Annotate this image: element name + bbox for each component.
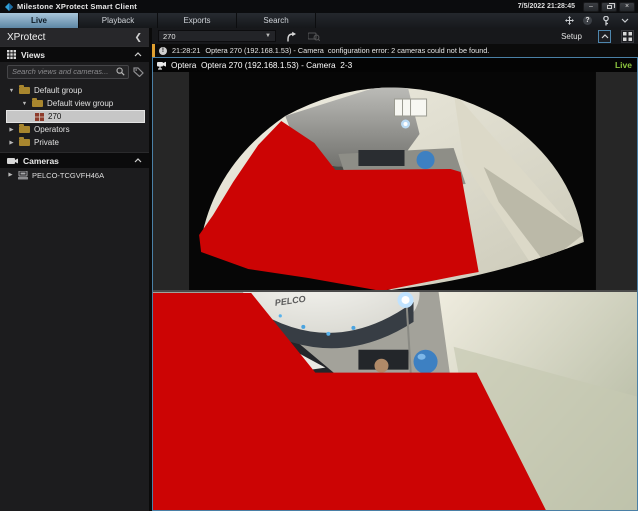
help-icon[interactable]: ?	[583, 16, 592, 25]
tree-item-default-view-group[interactable]: ▼ Default view group	[0, 97, 149, 110]
collapse-notifications-button[interactable]	[598, 29, 611, 43]
collapsed-caret-icon[interactable]: ▶	[8, 140, 15, 146]
cameras-collapse-icon[interactable]	[134, 158, 142, 163]
clock: 7/5/2022 21:28:45	[517, 3, 575, 10]
folder-icon	[19, 137, 30, 146]
notification-time: 21:28:21	[172, 46, 201, 55]
camera-view-tile[interactable]: Optera Optera 270 (192.168.1.53) - Camer…	[152, 57, 638, 511]
minimize-button[interactable]: –	[583, 1, 599, 12]
views-panel-header[interactable]: Views	[0, 46, 149, 62]
cameras-panel-header[interactable]: Cameras	[0, 152, 149, 168]
view-toolbar: 270 ▼ Setup	[152, 28, 638, 44]
smart-search-icon[interactable]	[308, 31, 320, 41]
restore-button[interactable]	[601, 1, 617, 12]
tree-item-operators[interactable]: ▶ Operators	[0, 123, 149, 136]
expanded-caret-icon[interactable]: ▼	[8, 88, 15, 94]
tree-item-label: Private	[34, 138, 59, 147]
views-tree: ▼ Default group ▼ Default view group 270…	[0, 81, 149, 149]
views-panel-label: Views	[21, 49, 45, 60]
camera-icon	[7, 157, 18, 164]
notification-bar[interactable]: ! 21:28:21 Optera 270 (192.168.1.53) - C…	[152, 44, 638, 57]
tree-item-label: Default group	[34, 86, 83, 95]
title-bar: Milestone XProtect Smart Client 7/5/2022…	[0, 0, 638, 13]
view-selector-dropdown[interactable]: 270 ▼	[158, 30, 276, 42]
view-layout-button[interactable]	[621, 29, 634, 43]
sidebar: XProtect ❮ Views ▼	[0, 28, 152, 511]
restore-icon	[606, 2, 615, 9]
close-button[interactable]: ×	[619, 1, 635, 12]
search-row	[0, 62, 149, 81]
cameras-panel-label: Cameras	[23, 155, 59, 166]
camera-server-label: PELCO-TCGVFH46A	[32, 170, 105, 180]
views-collapse-icon[interactable]	[134, 52, 142, 57]
collapsed-caret-icon[interactable]: ▶	[8, 127, 15, 133]
video-stream-panoramic[interactable]	[153, 72, 637, 290]
ptz-camera-icon	[157, 61, 166, 70]
camera-server-item[interactable]: ▶ PELCO-TCGVFH46A	[0, 168, 149, 182]
chevron-down-icon[interactable]	[620, 16, 630, 26]
tree-item-label: Default view group	[47, 99, 114, 108]
search-input[interactable]	[12, 67, 116, 76]
tab-search[interactable]: Search	[237, 13, 316, 28]
dropdown-caret-icon: ▼	[265, 33, 271, 39]
sidebar-title: XProtect	[7, 31, 46, 43]
tab-exports[interactable]: Exports	[158, 13, 237, 28]
warning-icon: !	[159, 46, 167, 55]
immersive-image: PELCO	[153, 292, 637, 510]
main-area: 270 ▼ Setup ! 21:28:21 Optera 270 (192.1…	[152, 28, 638, 511]
tree-item-view-270[interactable]: 270	[6, 110, 145, 123]
milestone-logo-icon	[5, 2, 13, 11]
folder-icon	[32, 98, 43, 107]
panoramic-image	[153, 72, 637, 290]
recording-server-icon	[18, 170, 28, 179]
folder-icon	[19, 85, 30, 94]
folder-icon	[19, 124, 30, 133]
swap-cameras-icon[interactable]	[286, 31, 298, 42]
expanded-caret-icon[interactable]: ▼	[21, 101, 28, 107]
camera-title-bar: Optera Optera 270 (192.168.1.53) - Camer…	[153, 58, 637, 72]
tab-live[interactable]: Live	[0, 13, 79, 28]
collapsed-caret-icon[interactable]: ▶	[7, 172, 14, 178]
video-stream-immersive[interactable]: PELCO	[153, 292, 637, 510]
application-window: Milestone XProtect Smart Client 7/5/2022…	[0, 0, 638, 511]
views-grid-icon	[7, 50, 16, 59]
tree-item-label: Operators	[34, 125, 70, 134]
profile-key-icon[interactable]	[601, 15, 611, 26]
search-icon	[116, 67, 125, 76]
tree-item-label: 270	[48, 112, 62, 121]
notification-message: Optera 270 (192.168.1.53) - Camera confi…	[205, 46, 490, 55]
camera-title: Optera Optera 270 (192.168.1.53) - Camer…	[171, 60, 353, 70]
sidebar-header: XProtect ❮	[0, 28, 149, 46]
view-selector-value: 270	[163, 31, 176, 41]
tab-playback[interactable]: Playback	[79, 13, 158, 28]
chevron-up-icon	[601, 33, 608, 38]
tree-item-default-group[interactable]: ▼ Default group	[0, 84, 149, 97]
tab-bar: Live Playback Exports Search ?	[0, 13, 638, 28]
swap-window-icon[interactable]	[564, 16, 574, 26]
sidebar-collapse-icon[interactable]: ❮	[134, 32, 142, 43]
view-layout-icon	[35, 112, 44, 121]
app-title: Milestone XProtect Smart Client	[17, 2, 137, 11]
live-indicator: Live	[614, 60, 632, 70]
layout-grid-icon	[623, 31, 632, 41]
setup-button[interactable]: Setup	[555, 32, 588, 41]
tag-filter-icon[interactable]	[133, 66, 144, 77]
search-box[interactable]	[7, 64, 129, 79]
tree-item-private[interactable]: ▶ Private	[0, 136, 149, 149]
